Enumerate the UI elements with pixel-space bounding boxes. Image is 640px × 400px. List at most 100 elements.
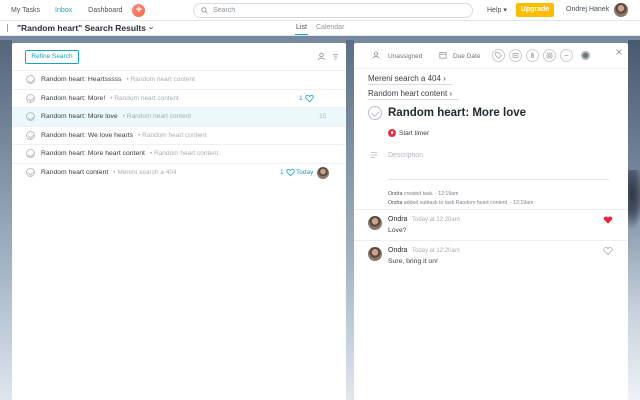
complete-checkbox[interactable] (26, 130, 35, 140)
heart-icon[interactable] (603, 246, 613, 256)
parent-task-breadcrumb[interactable]: Random heart content › (368, 89, 452, 98)
complete-checkbox[interactable] (26, 112, 35, 122)
header-divider (7, 24, 8, 32)
task-row[interactable]: Random heart content • Mereni search a 4… (12, 162, 346, 182)
close-icon[interactable] (615, 48, 623, 56)
timer-icon[interactable] (388, 129, 396, 137)
task-name[interactable]: Random heart: Heartsssss (41, 76, 121, 83)
chevron-down-icon[interactable] (148, 25, 154, 31)
description-field[interactable] (388, 149, 608, 161)
person-icon[interactable] (372, 51, 380, 59)
search-input[interactable] (213, 7, 463, 14)
task-name[interactable]: Random heart: More! (41, 95, 105, 102)
help-label: Help (487, 7, 502, 14)
help-menu[interactable]: Help ▾ (487, 6, 507, 14)
comment-author[interactable]: Ondra (388, 216, 407, 223)
comment-text: Sure, bring it on! (388, 258, 438, 265)
task-list: Random heart: Heartsssss • Random heart … (12, 70, 346, 181)
like-control[interactable]: 1 (299, 94, 314, 103)
comment-avatar[interactable] (368, 247, 382, 261)
description-underline (388, 179, 610, 180)
more-icon (564, 54, 569, 57)
comment-avatar[interactable] (368, 216, 382, 230)
start-timer-button[interactable]: Start timer (399, 130, 429, 137)
upgrade-button[interactable]: Upgrade (516, 3, 554, 17)
complete-checkbox[interactable] (26, 75, 35, 85)
breadcrumb-underline (368, 99, 458, 100)
task-project-link[interactable]: • Random heart content (138, 132, 206, 139)
task-name[interactable]: Random heart: More love (41, 113, 118, 120)
nav-dashboard[interactable]: Dashboard (88, 7, 122, 14)
search-icon (201, 7, 208, 14)
heart-icon[interactable] (285, 168, 295, 177)
project-breadcrumb-label: Mereni search a 404 (368, 74, 441, 83)
due-date-button[interactable]: Due Date (453, 53, 480, 60)
tab-calendar[interactable]: Calendar (316, 24, 344, 31)
attachment-button[interactable] (526, 49, 539, 62)
project-breadcrumb[interactable]: Mereni search a 404 › (368, 74, 446, 83)
complete-checkbox[interactable] (26, 93, 35, 103)
task-name[interactable]: Random heart content (41, 169, 108, 176)
add-button[interactable]: + (132, 3, 146, 17)
like-count: 1 (299, 95, 303, 102)
comment-author[interactable]: Ondra (388, 247, 407, 254)
activity-entry: Ondra created task. · 12:19am (388, 191, 459, 197)
task-row[interactable]: Random heart: We love hearts • Random he… (12, 125, 346, 145)
nav-my-tasks[interactable]: My Tasks (11, 7, 40, 14)
task-project-label: Random heart content (142, 131, 207, 139)
tag-icon (495, 52, 502, 59)
comment-time: Today at 12:20am (412, 248, 460, 254)
more-actions-button[interactable] (560, 49, 573, 62)
comment-time: Today at 12:20am (412, 217, 460, 223)
assignee-button[interactable]: Unassigned (388, 53, 422, 60)
task-project-link[interactable]: • Random heart content (126, 76, 194, 83)
task-project-label: Random heart content (114, 94, 179, 102)
like-control[interactable]: 15 (319, 113, 328, 120)
calendar-icon[interactable] (439, 51, 447, 59)
task-project-label: Mereni search a 404 (117, 168, 177, 176)
task-row-selected[interactable]: Random heart: More love • Random heart c… (12, 107, 346, 126)
task-project-link[interactable]: • Random heart content (110, 95, 178, 102)
assignee-avatar[interactable] (317, 166, 329, 179)
task-project-link[interactable]: • Random heart content (123, 113, 191, 120)
tab-list[interactable]: List (295, 24, 308, 35)
like-control[interactable]: 1 (280, 168, 295, 177)
task-name[interactable]: Random heart: More heart content (41, 150, 145, 157)
detail-toolbar: Unassigned Due Date (354, 43, 628, 68)
activity-time: 12:19am (513, 200, 534, 206)
heart-icon[interactable] (603, 215, 613, 225)
task-detail-panel: Unassigned Due Date Mereni search a 404 … (354, 43, 628, 400)
task-title[interactable]: Random heart: More love (388, 107, 526, 119)
sort-icon[interactable] (331, 52, 340, 61)
complete-checkbox[interactable] (26, 167, 35, 177)
complete-checkbox[interactable] (26, 149, 35, 159)
comment-text: Love? (388, 227, 407, 234)
subtask-button[interactable] (509, 49, 522, 62)
activity-action: added subtask to task Random heart conte… (403, 200, 509, 206)
link-icon (546, 52, 553, 59)
tag-button[interactable] (492, 49, 505, 62)
background-scene-left (0, 40, 12, 400)
due-date-label[interactable]: Today (296, 169, 313, 176)
page-title[interactable]: "Random heart" Search Results (17, 23, 146, 33)
like-count: 15 (319, 112, 327, 120)
follow-toggle-icon[interactable] (581, 51, 590, 60)
people-icon[interactable] (317, 52, 326, 61)
description-icon (370, 152, 378, 158)
search-box[interactable] (193, 3, 473, 18)
user-avatar[interactable] (614, 3, 628, 17)
task-project-link[interactable]: • Random heart content (150, 150, 218, 157)
search-results-panel: Refine Search Random heart: Heartsssss •… (12, 43, 346, 400)
nav-inbox[interactable]: Inbox (55, 7, 72, 14)
link-button[interactable] (543, 49, 556, 62)
task-name[interactable]: Random heart: We love hearts (41, 132, 133, 139)
task-project-link[interactable]: • Mereni search a 404 (113, 169, 176, 176)
user-name[interactable]: Ondrej Hanek (566, 6, 609, 13)
complete-task-checkbox[interactable] (368, 106, 382, 120)
heart-icon[interactable] (304, 94, 314, 103)
refine-search-button[interactable]: Refine Search (25, 50, 79, 64)
task-row[interactable]: Random heart: More! • Random heart conte… (12, 88, 346, 108)
task-row[interactable]: Random heart: More heart content • Rando… (12, 144, 346, 163)
task-row[interactable]: Random heart: Heartsssss • Random heart … (12, 70, 346, 89)
task-project-label: Random heart content (154, 150, 219, 158)
